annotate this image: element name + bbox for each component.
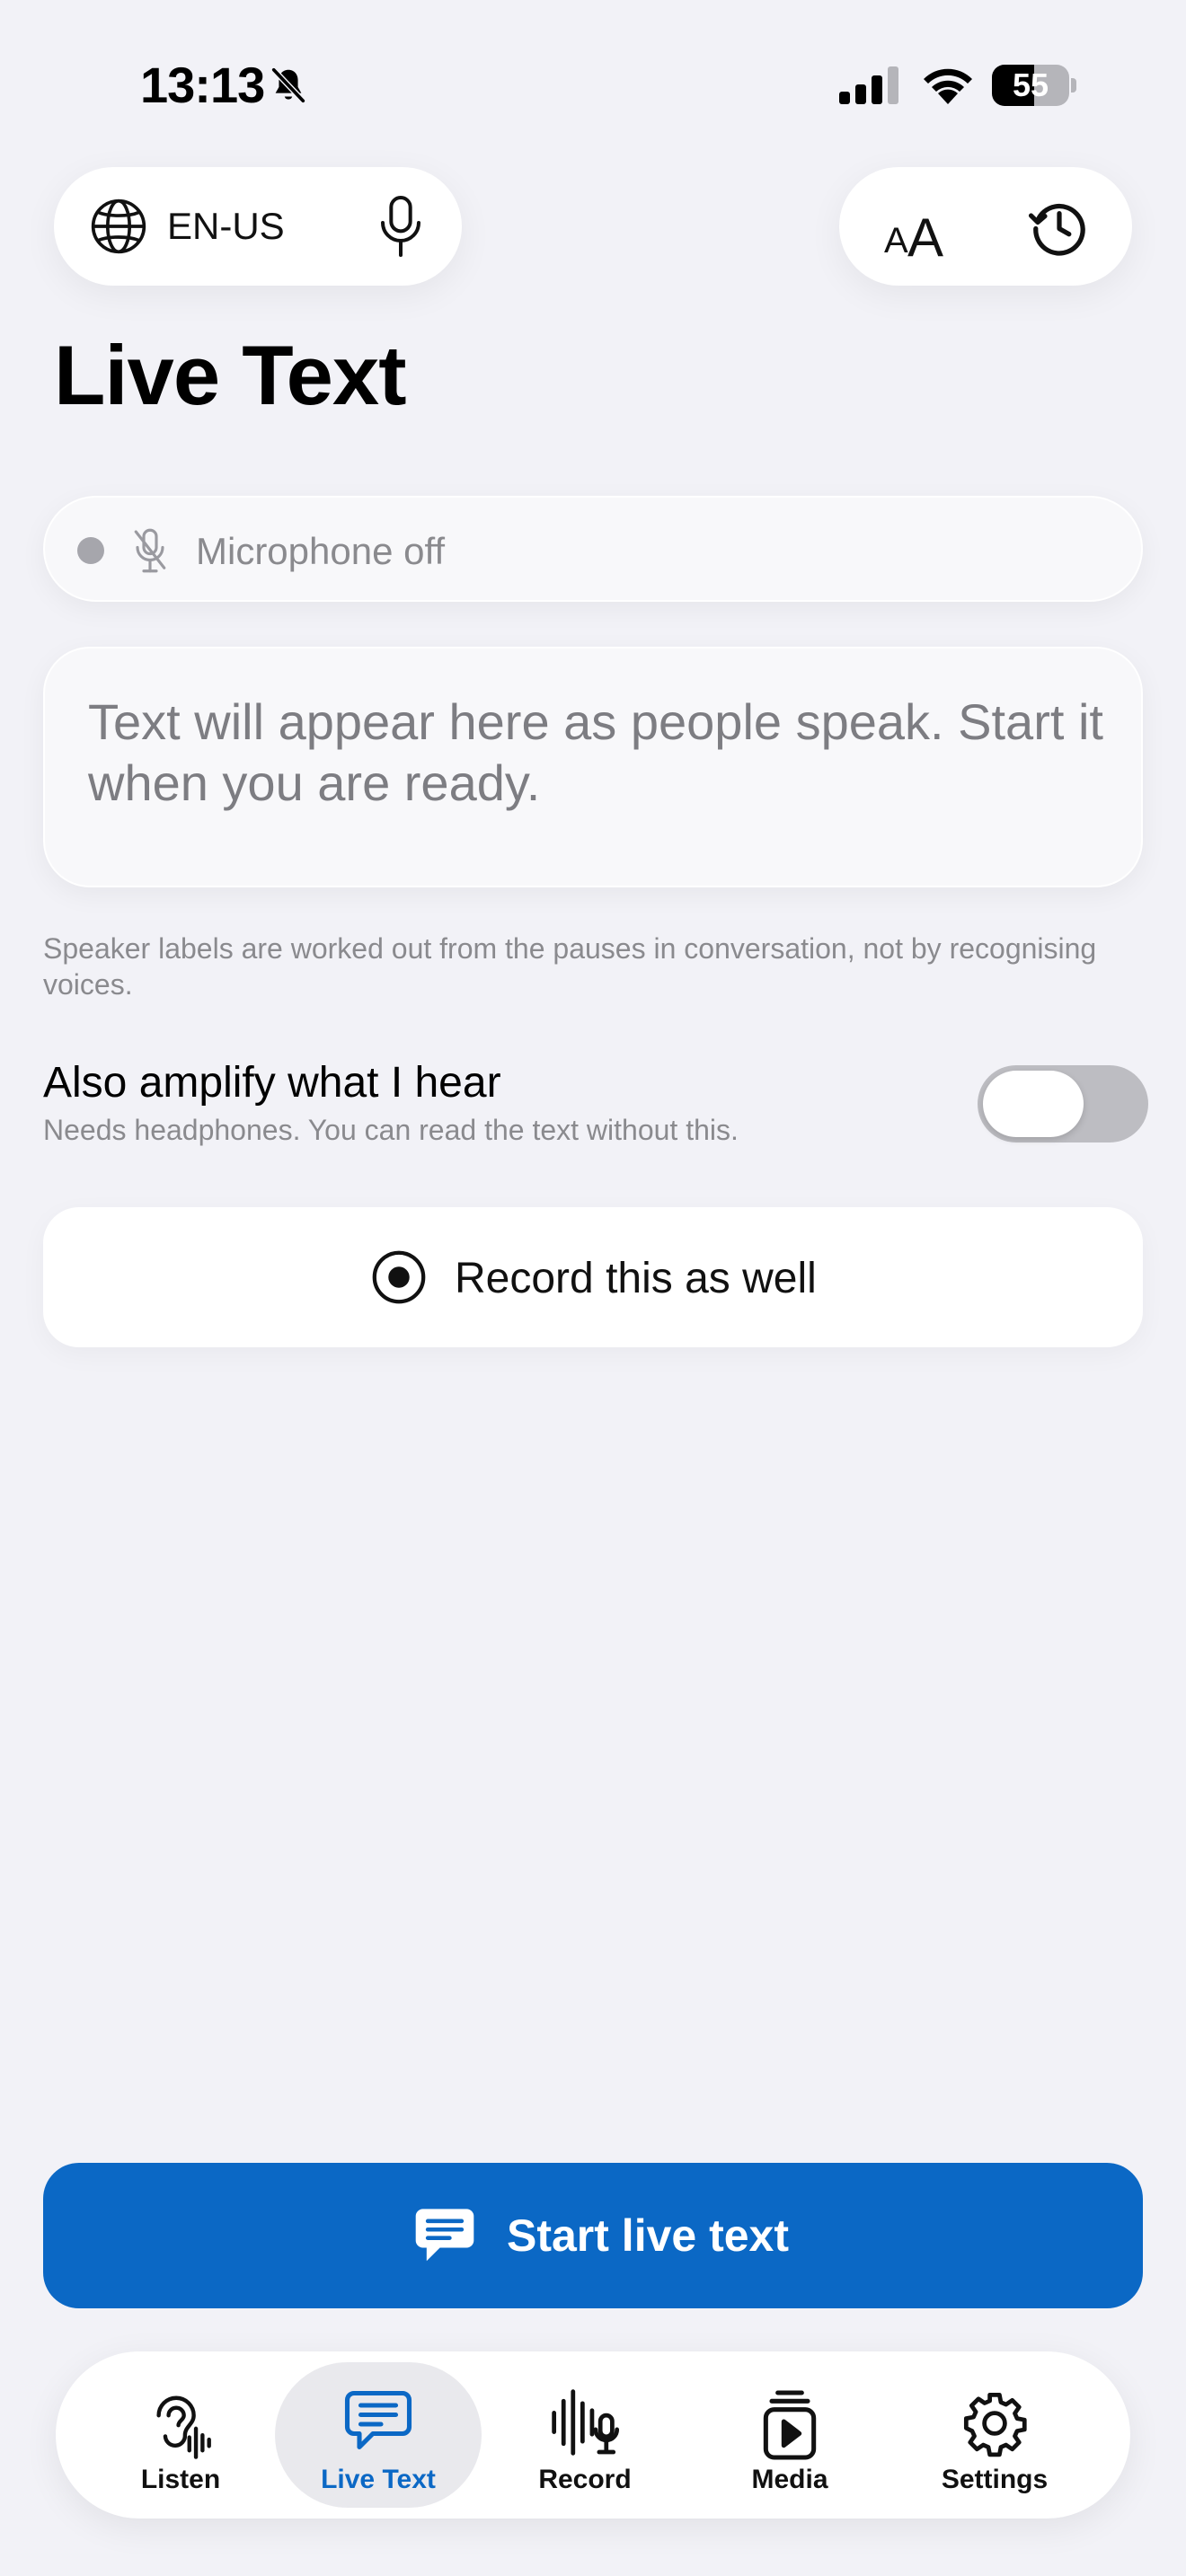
amplify-subtitle: Needs headphones. You can read the text … (43, 1114, 739, 1146)
transcript-area: Text will appear here as people speak. S… (43, 647, 1143, 887)
status-time: 13:13 (140, 57, 265, 113)
record-as-well-button[interactable]: Record this as well (43, 1207, 1143, 1347)
message-icon (343, 2389, 413, 2454)
tab-label: Record (538, 2465, 632, 2494)
toggle-knob (983, 1071, 1084, 1137)
record-label: Record this as well (455, 1255, 817, 1302)
play-stack-icon (761, 2389, 819, 2461)
globe-icon[interactable] (88, 196, 149, 257)
tab-label: Settings (941, 2465, 1049, 2494)
microphone-status: Microphone off (43, 496, 1143, 602)
page-title: Live Text (54, 328, 407, 422)
amplify-toggle[interactable] (978, 1065, 1148, 1142)
text-size-button[interactable]: AA (872, 194, 961, 268)
tab-bar: Listen Live Text Record Media Settings (56, 2351, 1130, 2519)
tab-label: Listen (140, 2465, 221, 2494)
signal-icon (839, 66, 900, 104)
tab-settings[interactable]: Settings (891, 2362, 1098, 2508)
transcript-placeholder: Text will appear here as people speak. S… (88, 693, 1103, 811)
tab-media[interactable]: Media (686, 2362, 893, 2508)
tools-pill: AA (839, 167, 1132, 286)
tab-label: Live Text (321, 2465, 436, 2494)
speaker-label-note: Speaker labels are worked out from the p… (43, 932, 1097, 1001)
waveform-mic-icon (549, 2389, 621, 2456)
history-icon[interactable] (1026, 194, 1093, 260)
tab-label: Media (751, 2465, 828, 2494)
message-icon (413, 2206, 476, 2265)
start-live-text-button[interactable]: Start live text (43, 2163, 1143, 2308)
text-size-icon: AA (884, 207, 944, 268)
language-label[interactable]: EN-US (167, 205, 285, 248)
language-pill: EN-US (54, 167, 462, 286)
tab-live-text[interactable]: Live Text (275, 2362, 482, 2508)
record-icon (370, 1248, 428, 1306)
start-live-text-label: Start live text (507, 2210, 790, 2261)
tab-record[interactable]: Record (482, 2362, 688, 2508)
microphone-status-text: Microphone off (196, 530, 446, 572)
status-dot (77, 537, 104, 564)
tab-listen[interactable]: Listen (77, 2362, 284, 2508)
battery-percent: 55 (1012, 66, 1049, 103)
amplify-title: Also amplify what I hear (43, 1059, 501, 1107)
microphone-slash-icon (131, 525, 169, 577)
status-bar: 13:13 55 (0, 0, 1186, 171)
battery-indicator: 55 (992, 65, 1076, 106)
ear-icon (149, 2389, 212, 2459)
gear-icon (960, 2389, 1029, 2457)
wifi-icon (920, 63, 976, 104)
microphone-icon[interactable] (372, 192, 429, 260)
bell-slash-icon (268, 65, 309, 106)
